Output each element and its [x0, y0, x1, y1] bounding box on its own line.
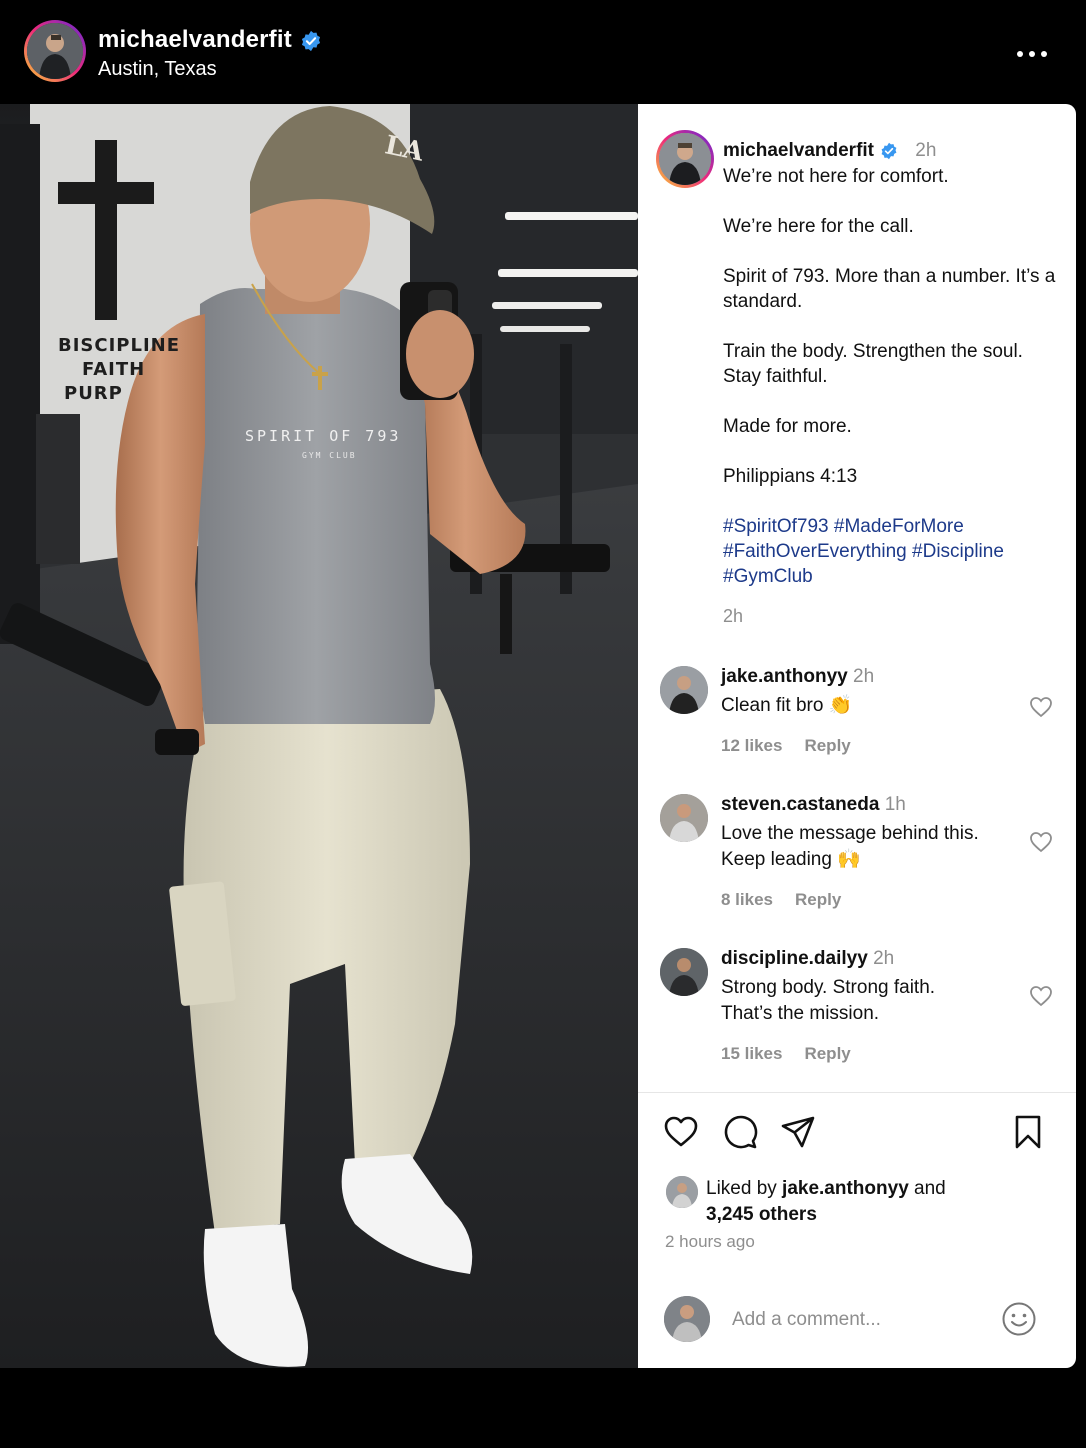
post-detail-panel: michaelvanderfit 2h We’re not here for c… — [638, 104, 1076, 1368]
shirt-text: SPIRIT OF 793 — [245, 427, 402, 445]
reply-button[interactable]: Reply — [804, 1044, 850, 1063]
more-horizontal-icon[interactable] — [1012, 44, 1052, 64]
caption-header: michaelvanderfit 2h — [723, 140, 936, 162]
bookmark-icon[interactable] — [1010, 1114, 1046, 1150]
comment-likes[interactable]: 15 likes — [721, 1044, 782, 1063]
liked-by-prefix: Liked by — [706, 1178, 783, 1199]
comment-meta: 8 likes Reply — [721, 890, 841, 910]
caption-username[interactable]: michaelvanderfit — [723, 140, 874, 161]
heart-icon[interactable] — [1029, 831, 1053, 853]
caption-hashtags[interactable]: #SpiritOf793 #MadeForMore #FaithOverEver… — [723, 514, 1058, 589]
comment-meta: 12 likes Reply — [721, 736, 851, 756]
post-photo-illustration — [0, 104, 638, 1368]
caption-line: Philippians 4:13 — [723, 466, 858, 487]
avatar-photo — [660, 666, 708, 714]
avatar-photo — [664, 1296, 710, 1342]
avatar-photo — [659, 133, 711, 185]
comment-text: Clean fit bro 👏 — [721, 695, 853, 716]
comment-text: Love the message behind this. Keep leadi… — [721, 823, 979, 870]
post-header: michaelvanderfit Austin, Texas — [0, 0, 1086, 104]
heart-icon[interactable] — [663, 1114, 699, 1150]
avatar-photo — [27, 23, 83, 79]
wall-text-line: PURP — [64, 383, 123, 404]
reply-button[interactable]: Reply — [804, 736, 850, 755]
comment-likes[interactable]: 8 likes — [721, 890, 773, 909]
caption-timestamp: 2h — [723, 606, 744, 626]
comment-username[interactable]: jake.anthonyy — [721, 666, 848, 687]
liked-by-others[interactable]: 3,245 others — [706, 1204, 817, 1225]
caption-line: We’re not here for comfort. — [723, 166, 949, 187]
comment-avatar[interactable] — [660, 948, 708, 996]
comment-avatar[interactable] — [660, 794, 708, 842]
post-timestamp: 2 hours ago — [665, 1232, 755, 1251]
comment-icon[interactable] — [722, 1114, 758, 1150]
shirt-subtext: GYM CLUB — [302, 451, 357, 460]
actions-divider — [638, 1092, 1076, 1093]
avatar-photo — [660, 794, 708, 842]
emoji-icon[interactable] — [1000, 1300, 1038, 1338]
avatar-photo — [666, 1176, 698, 1208]
comment-header: steven.castaneda 1h — [721, 794, 906, 816]
header-username[interactable]: michaelvanderfit — [98, 26, 322, 54]
bottom-bar — [0, 1368, 1086, 1448]
header-avatar[interactable] — [24, 20, 86, 82]
comment-username[interactable]: discipline.dailyy — [721, 948, 868, 969]
verified-badge-icon — [881, 142, 897, 160]
caption-avatar[interactable] — [656, 130, 714, 188]
comment-header: jake.anthonyy 2h — [721, 666, 874, 688]
comment-likes[interactable]: 12 likes — [721, 736, 782, 755]
wall-text-line: BISCIPLINE — [58, 335, 181, 356]
comment-item: steven.castaneda 1h Love the message beh… — [638, 794, 1076, 918]
comment-username[interactable]: steven.castaneda — [721, 794, 879, 815]
heart-icon[interactable] — [1029, 696, 1053, 718]
comment-avatar[interactable] — [660, 666, 708, 714]
comment-item: jake.anthonyy 2h Clean fit bro 👏 12 like… — [638, 666, 1076, 766]
wall-text: BISCIPLINE FAITH PURP — [58, 334, 180, 406]
post-image[interactable]: BISCIPLINE FAITH PURP LA SPIRIT OF 793 G… — [0, 104, 638, 1368]
add-comment-input[interactable] — [730, 1302, 984, 1338]
caption-text: We’re not here for comfort. We’re here f… — [723, 164, 1058, 614]
liked-by-middle: and — [908, 1178, 946, 1199]
liked-by-avatar[interactable] — [664, 1174, 700, 1210]
liked-by-text: Liked by jake.anthonyy and 3,245 others — [706, 1176, 1036, 1228]
caption-time: 2h — [915, 140, 937, 161]
header-location[interactable]: Austin, Texas — [98, 58, 217, 81]
comment-meta: 15 likes Reply — [721, 1044, 851, 1064]
caption-line: Made for more. — [723, 416, 852, 437]
comment-item: discipline.dailyy 2h Strong body. Strong… — [638, 948, 1076, 1072]
caption-line: Spirit of 793. More than a number. It’s … — [723, 266, 1056, 312]
heart-icon[interactable] — [1029, 985, 1053, 1007]
comment-time: 2h — [853, 666, 875, 687]
verified-badge-icon — [301, 30, 321, 51]
wall-text-line: FAITH — [82, 359, 146, 380]
liked-by-user[interactable]: jake.anthonyy — [782, 1178, 909, 1199]
comment-text: Strong body. Strong faith. That’s the mi… — [721, 977, 936, 1024]
comment-time: 1h — [884, 794, 906, 815]
reply-button[interactable]: Reply — [795, 890, 841, 909]
avatar-photo — [660, 948, 708, 996]
caption-line: We’re here for the call. — [723, 216, 914, 237]
caption-line: Train the body. Strengthen the soul. Sta… — [723, 341, 1023, 387]
comment-time: 2h — [873, 948, 895, 969]
current-user-avatar — [664, 1296, 710, 1342]
comment-header: discipline.dailyy 2h — [721, 948, 894, 970]
share-icon[interactable] — [780, 1114, 816, 1150]
